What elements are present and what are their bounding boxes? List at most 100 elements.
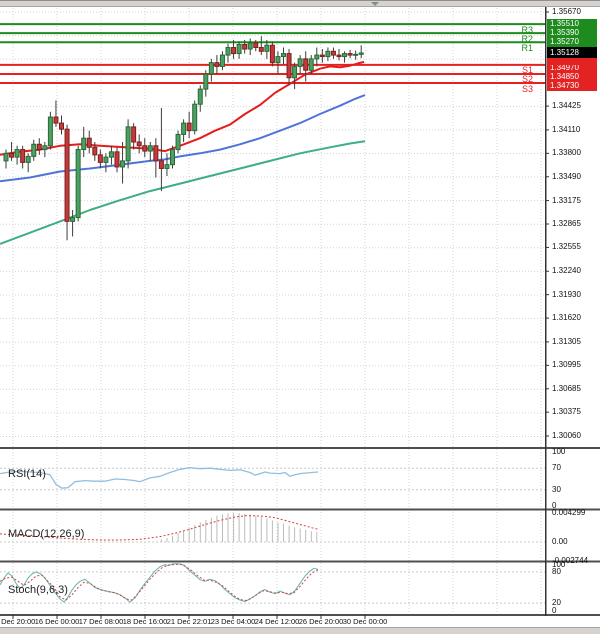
- axis-line: [545, 7, 547, 616]
- support-price-badge: 1.34730: [547, 81, 597, 91]
- candle: [348, 50, 352, 58]
- candle: [304, 51, 308, 81]
- indicator-tick-label: 0: [552, 607, 598, 615]
- bottom-window-strip: [0, 627, 600, 634]
- candle: [198, 85, 202, 111]
- indicator-tick-label: 80: [552, 568, 598, 576]
- indicator-tick-label: 0.004299: [552, 509, 598, 517]
- candle: [298, 55, 302, 74]
- candle: [104, 153, 108, 172]
- candle: [82, 127, 86, 157]
- indicator-tick-label: 0.00: [552, 538, 598, 546]
- rsi-layer: [0, 468, 318, 489]
- price-tick-label: 1.34425: [552, 102, 598, 110]
- moving-averages-layer: [0, 62, 365, 244]
- candle: [326, 48, 330, 62]
- stoch-k-line: [0, 564, 318, 603]
- price-tick-label: 1.34110: [552, 126, 598, 134]
- candle: [343, 51, 347, 62]
- candle: [165, 153, 169, 176]
- current-price-badge: 1.35128: [547, 47, 597, 58]
- macd-label: MACD(12,26,9): [8, 528, 84, 540]
- rsi-line: [0, 468, 318, 489]
- panel-separator: [0, 561, 600, 563]
- price-tick-label: 1.33800: [552, 149, 598, 157]
- candle: [276, 51, 280, 74]
- candle: [337, 49, 341, 60]
- time-tick-label: 30 Dec 00:00: [325, 617, 405, 626]
- candle: [143, 138, 147, 157]
- price-tick-label: 1.31305: [552, 338, 598, 346]
- price-tick-label: 1.32240: [552, 267, 598, 275]
- candle: [37, 138, 41, 155]
- candle: [215, 55, 219, 74]
- candle: [21, 146, 25, 169]
- price-tick-label: 1.32865: [552, 220, 598, 228]
- level-name-r1: R1: [501, 44, 533, 53]
- indicator-tick-label: 100: [552, 448, 598, 456]
- candle: [71, 210, 75, 236]
- candle: [154, 138, 158, 177]
- stoch-label: Stoch(9,6,3): [8, 584, 68, 596]
- candle: [320, 49, 324, 63]
- candle: [15, 146, 19, 165]
- candle: [76, 146, 80, 222]
- candle: [359, 45, 363, 58]
- price-tick-label: 1.31930: [552, 291, 598, 299]
- price-tick-label: 1.35670: [552, 8, 598, 16]
- candle: [98, 150, 102, 169]
- price-tick-label: 1.30995: [552, 361, 598, 369]
- candle: [193, 100, 197, 134]
- resistance-price-badge: 1.35270: [547, 37, 597, 47]
- price-tick-label: 1.30060: [552, 432, 598, 440]
- price-tick-label: 1.33490: [552, 173, 598, 181]
- candle: [109, 146, 113, 165]
- candle: [115, 147, 119, 172]
- candle: [287, 49, 291, 85]
- candle: [226, 44, 230, 63]
- indicator-tick-label: 30: [552, 486, 598, 494]
- candle: [204, 70, 208, 96]
- candle: [282, 48, 286, 65]
- candle: [126, 119, 130, 168]
- candle: [248, 38, 252, 55]
- mid-ma-blue: [0, 95, 365, 181]
- candle: [354, 51, 358, 60]
- candle: [137, 134, 141, 153]
- chart-canvas: [0, 0, 600, 634]
- fast-ma-red: [0, 62, 364, 155]
- indicator-tick-label: 70: [552, 464, 598, 472]
- candle: [171, 146, 175, 169]
- candle: [48, 112, 52, 150]
- candle: [259, 36, 263, 55]
- candle: [176, 131, 180, 154]
- candle: [270, 41, 274, 66]
- candle: [32, 140, 36, 161]
- candle: [293, 63, 297, 89]
- candle: [60, 116, 64, 135]
- time-axis[interactable]: 12 Dec 20:0016 Dec 00:0017 Dec 08:0018 D…: [0, 616, 545, 627]
- price-tick-label: 1.31620: [552, 314, 598, 322]
- price-tick-label: 1.30685: [552, 385, 598, 393]
- panel-separator: [0, 509, 600, 511]
- candle: [187, 112, 191, 138]
- frame-layer: [0, 7, 600, 619]
- panel-separator: [0, 447, 600, 449]
- candle: [43, 142, 47, 157]
- candle: [220, 51, 224, 70]
- stoch-layer: [0, 564, 318, 603]
- candle: [26, 153, 30, 172]
- price-tick-label: 1.33175: [552, 197, 598, 205]
- level-name-s3: S3: [501, 85, 533, 94]
- rsi-label: RSI(14): [8, 468, 46, 480]
- candle: [65, 125, 69, 241]
- candle: [87, 131, 91, 154]
- candle: [331, 48, 335, 59]
- trading-chart-window: RSI(14) MACD(12,26,9) Stoch(9,6,3) 1.356…: [0, 0, 600, 634]
- candle: [209, 59, 213, 82]
- candle: [132, 123, 136, 149]
- candles-layer: [4, 36, 363, 240]
- candle: [148, 142, 152, 161]
- price-tick-label: 1.30375: [552, 408, 598, 416]
- candle: [4, 150, 8, 169]
